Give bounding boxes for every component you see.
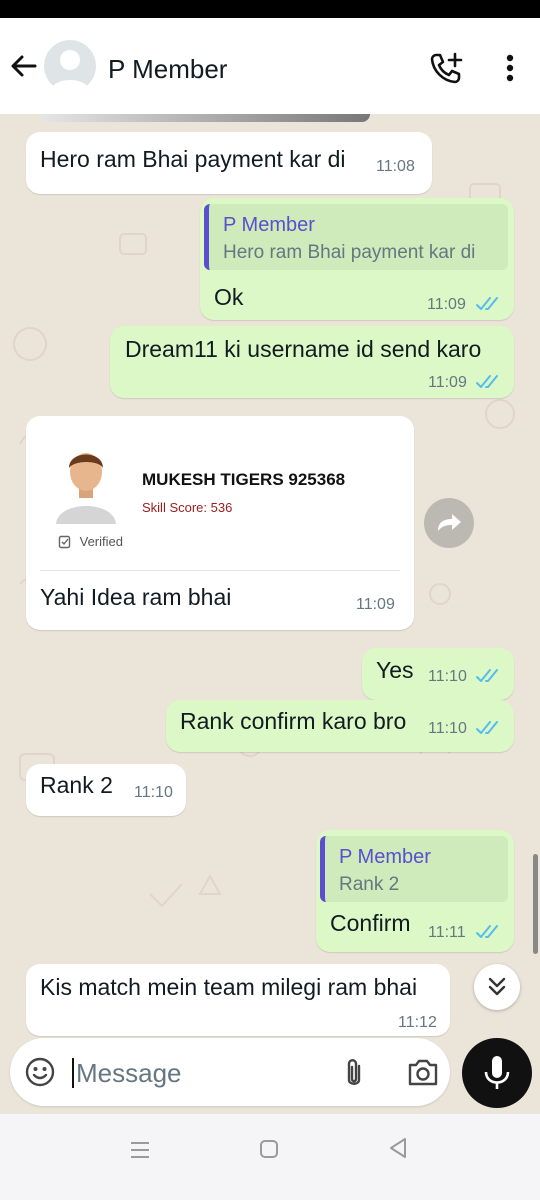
- message-text: Dream11 ki username id send karo: [125, 336, 482, 362]
- message-time: 11:12: [398, 1014, 437, 1031]
- read-ticks-icon: [476, 669, 498, 682]
- recent-apps-icon[interactable]: [128, 1138, 152, 1162]
- home-icon[interactable]: [258, 1138, 280, 1160]
- message-text: Ok: [214, 284, 244, 310]
- add-call-icon[interactable]: [428, 50, 464, 86]
- message-text: Yes: [376, 657, 414, 683]
- message-time: 11:11: [428, 924, 466, 941]
- avatar[interactable]: [44, 40, 96, 92]
- camera-icon[interactable]: [406, 1056, 440, 1088]
- message-text: Rank confirm karo bro: [180, 708, 407, 734]
- message-time: 11:09: [356, 596, 395, 613]
- emoji-icon[interactable]: [24, 1056, 56, 1088]
- message-time: 11:10: [428, 720, 467, 737]
- chat-area[interactable]: Hero ram Bhai payment kar di 11:08 P Mem…: [0, 114, 540, 1114]
- text-cursor: [72, 1058, 74, 1088]
- back-nav-icon[interactable]: [386, 1136, 410, 1160]
- quoted-message[interactable]: P Member Hero ram Bhai payment kar di: [204, 204, 508, 270]
- double-chevron-down-icon: [488, 977, 506, 996]
- chat-header: P Member: [0, 18, 540, 114]
- outgoing-message[interactable]: Yes 11:10: [362, 648, 514, 700]
- arrow-left-icon[interactable]: [8, 50, 40, 82]
- profile-illustration-icon: [56, 453, 116, 524]
- system-navigation-bar: [0, 1114, 540, 1200]
- message-text: Kis match mein team milegi ram bhai: [40, 974, 418, 1000]
- read-ticks-icon: [476, 925, 498, 938]
- message-composer: Message: [10, 1038, 450, 1106]
- outgoing-message[interactable]: Dream11 ki username id send karo 11:09: [110, 326, 514, 398]
- read-ticks-icon: [476, 297, 498, 310]
- verified-text: Verified: [79, 534, 123, 549]
- incoming-message[interactable]: Rank 2 11:10: [26, 764, 186, 816]
- voice-record-button[interactable]: [462, 1038, 532, 1108]
- message-time: 11:09: [428, 374, 467, 391]
- quote-text: Rank 2: [339, 874, 400, 895]
- message-text: Confirm: [330, 910, 411, 936]
- message-text: Yahi Idea ram bhai: [40, 584, 232, 610]
- message-text: Hero ram Bhai payment kar di: [40, 146, 346, 172]
- message-input[interactable]: Message: [76, 1058, 182, 1089]
- quote-author: P Member: [339, 846, 431, 868]
- card-skill-score: Skill Score: 536: [142, 500, 233, 515]
- incoming-message[interactable]: Hero ram Bhai payment kar di 11:08: [26, 132, 432, 194]
- quoted-message[interactable]: P Member Rank 2: [320, 836, 508, 902]
- status-bar: [0, 0, 540, 18]
- card-username: MUKESH TIGERS 925368: [142, 470, 346, 489]
- scrollbar[interactable]: [533, 854, 538, 954]
- outgoing-message-reply[interactable]: P Member Hero ram Bhai payment kar di Ok…: [200, 198, 514, 320]
- mic-icon: [484, 1056, 510, 1089]
- verified-icon: [58, 535, 71, 549]
- message-time: 11:10: [134, 784, 173, 801]
- more-vertical-icon[interactable]: [496, 50, 524, 86]
- forward-button[interactable]: [424, 498, 474, 548]
- paperclip-icon[interactable]: [340, 1056, 368, 1090]
- previous-message-edge: [40, 114, 370, 122]
- message-time: 11:10: [428, 668, 467, 685]
- outgoing-message[interactable]: Rank confirm karo bro 11:10: [166, 700, 514, 752]
- card-divider: [40, 570, 400, 571]
- contact-name[interactable]: P Member: [108, 54, 227, 85]
- verified-label: Verified: [58, 534, 123, 549]
- quote-author: P Member: [223, 214, 315, 236]
- forward-icon: [438, 514, 461, 531]
- scroll-to-bottom-button[interactable]: [474, 964, 520, 1010]
- read-ticks-icon: [476, 375, 498, 388]
- quote-text: Hero ram Bhai payment kar di: [223, 242, 476, 263]
- outgoing-message-reply[interactable]: P Member Rank 2 Confirm 11:11: [316, 830, 514, 952]
- incoming-image-message[interactable]: MUKESH TIGERS 925368 Skill Score: 536 Ve…: [26, 416, 414, 630]
- message-text: Rank 2: [40, 772, 113, 798]
- default-avatar-icon: [50, 50, 90, 92]
- message-time: 11:08: [376, 158, 415, 175]
- read-ticks-icon: [476, 721, 498, 734]
- incoming-message[interactable]: Kis match mein team milegi ram bhai 11:1…: [26, 964, 450, 1036]
- message-time: 11:09: [427, 296, 466, 313]
